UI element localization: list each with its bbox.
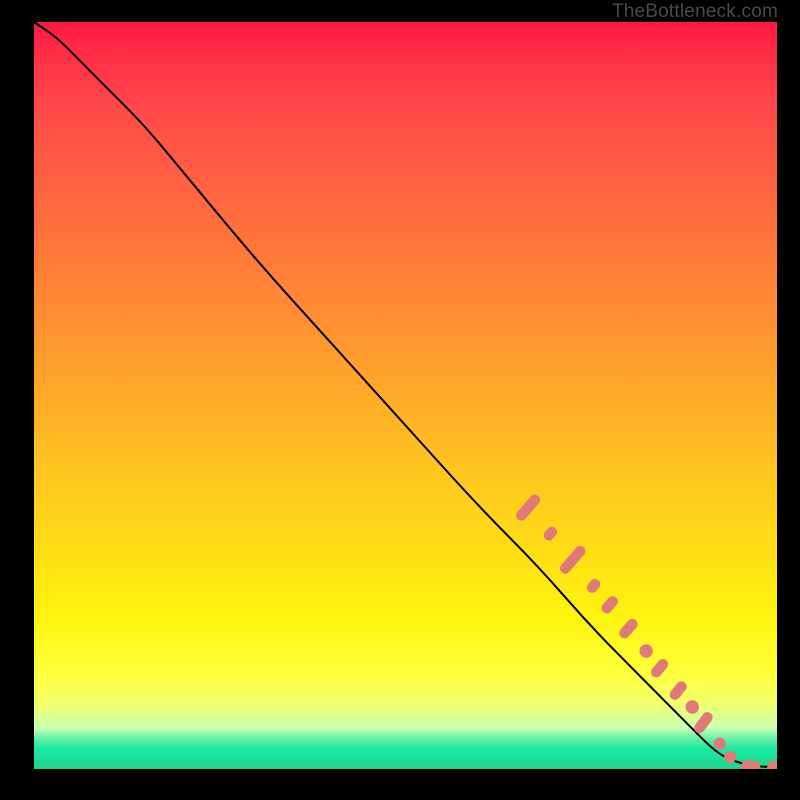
marker-capsule bbox=[514, 492, 542, 523]
plot-area bbox=[34, 22, 777, 769]
marker-capsule bbox=[649, 657, 670, 680]
watermark-text: TheBottleneck.com bbox=[612, 1, 778, 23]
marker-layer bbox=[514, 492, 777, 769]
marker-capsule bbox=[585, 577, 603, 595]
marker-dot bbox=[640, 644, 653, 657]
marker-capsule bbox=[668, 679, 689, 702]
line-series-curve bbox=[34, 22, 777, 767]
chart-frame: TheBottleneck.com bbox=[0, 0, 800, 800]
marker-capsule bbox=[558, 544, 588, 576]
marker-capsule bbox=[542, 525, 560, 543]
marker-dot bbox=[724, 751, 736, 763]
marker-capsule bbox=[599, 594, 620, 616]
marker-dot bbox=[686, 700, 699, 713]
marker-capsule bbox=[617, 617, 640, 641]
chart-svg bbox=[34, 22, 777, 769]
marker-dot bbox=[714, 738, 726, 750]
